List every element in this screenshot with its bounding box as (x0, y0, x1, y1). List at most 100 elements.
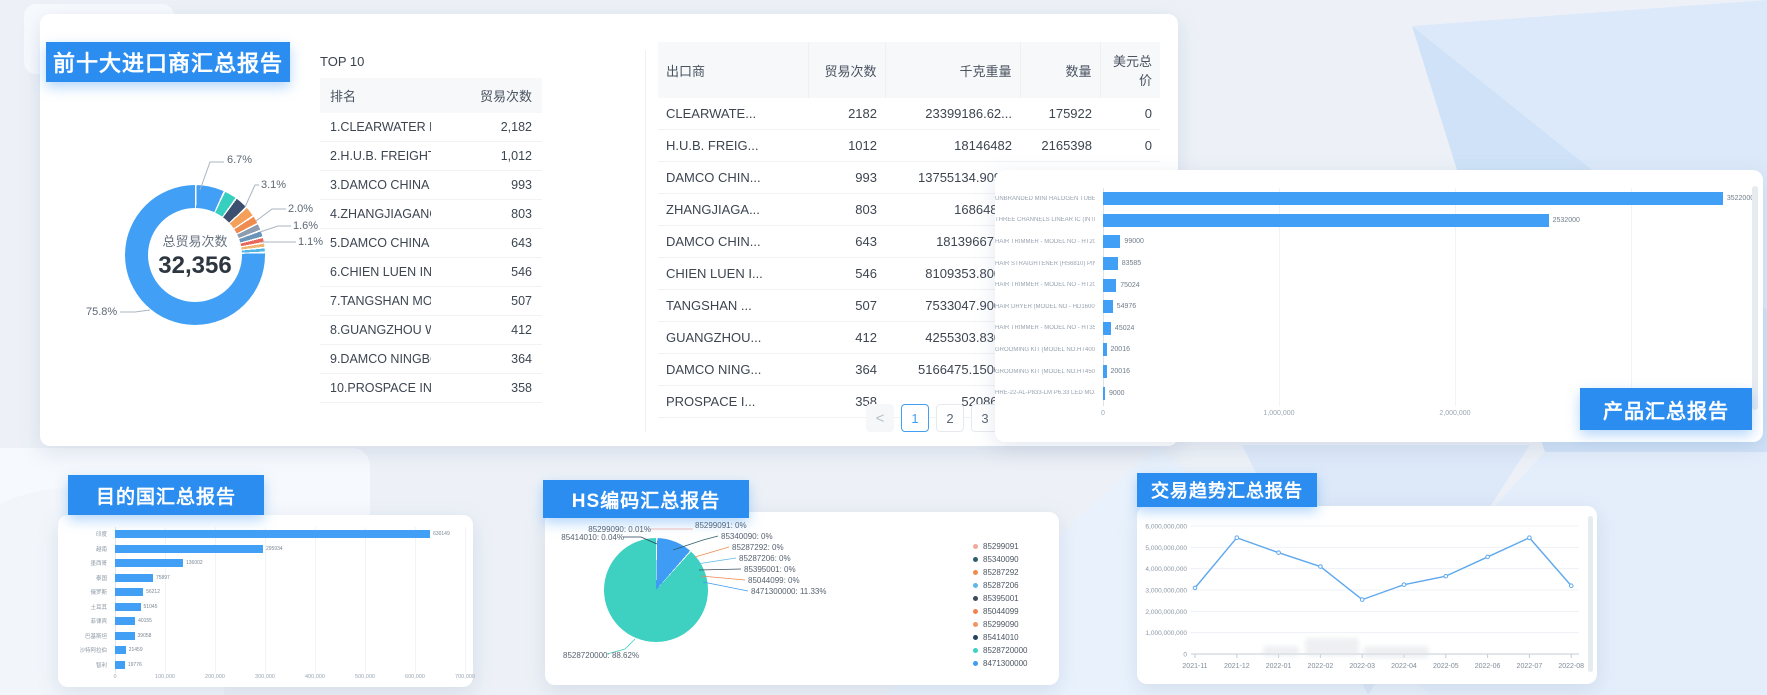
hs-pie-chart (604, 538, 708, 642)
top10-value-cell: 643 (431, 229, 542, 258)
exporter-cell: DAMCO NING... (658, 354, 808, 386)
y-axis-label: 3,000,000,000 (1145, 588, 1187, 595)
bar-row: 墨西哥136002 (58, 556, 473, 571)
legend-item-85299091[interactable]: 85299091 (973, 540, 1028, 553)
top10-value-cell: 364 (431, 345, 542, 374)
hs-legend: 85299091 85340090 85287292 85287206 85395001… (973, 540, 1028, 670)
bar-row: 泰国75897 (58, 571, 473, 586)
top10-rank-cell: 6.CHIEN LUEN IND (ZHONGS... (320, 258, 431, 287)
hs-report-card: HS编码汇总报告 85299090: 0.01%85414010: 0.04%8… (545, 512, 1059, 685)
bar-category-label: HAIR TRIMMER - MODEL NO - HT20... (995, 239, 1095, 245)
exporter-column-header: 数量 (1020, 42, 1100, 98)
legend-label: 85340090 (983, 555, 1019, 564)
scrollbar[interactable] (1752, 186, 1758, 410)
axis-tick-label: 600,000 (405, 674, 425, 680)
product-report-title: 产品汇总报告 (1603, 395, 1729, 424)
trend-report-title-banner: 交易趋势汇总报告 (1137, 473, 1317, 507)
legend-item-8528720000[interactable]: 8528720000 (973, 644, 1028, 657)
top10-value-cell: 358 (431, 374, 542, 403)
top10-value-cell: 1,012 (431, 142, 542, 171)
bar-category-label: THREE CHANNELS LINEAR IC (INTE... (995, 217, 1095, 223)
exporter-column-header: 贸易次数 (808, 42, 885, 98)
top10-rank-cell: 4.ZHANGJIAGANG YIHUA RU... (320, 200, 431, 229)
bar-value-label: 45024 (1115, 325, 1134, 332)
pie-callout-label: 85395001: 0% (744, 565, 796, 574)
legend-item-85414010[interactable]: 85414010 (973, 631, 1028, 644)
pie-callout-label: 85299091: 0% (695, 521, 747, 530)
axis-tick-label: 700,000 (455, 674, 475, 680)
bar (115, 530, 430, 538)
legend-item-85340090[interactable]: 85340090 (973, 553, 1028, 566)
exporter-cell: GUANGZHOU... (658, 322, 808, 354)
destination-report-title: 目的国汇总报告 (96, 482, 236, 509)
legend-item-85299090[interactable]: 85299090 (973, 618, 1028, 631)
bar-category-label: HRE-22-AL-P833-LM P6.33 LED MO... (995, 390, 1095, 396)
pie-callout-label: 8528720000: 88.62% (563, 651, 639, 660)
legend-dot (973, 635, 978, 640)
legend-label: 85299091 (983, 542, 1019, 551)
bar-row: HAIR TRIMMER - MODEL NO - HT20...75024 (995, 274, 1763, 296)
exporter-column-header: 美元总价 (1100, 42, 1160, 98)
top10-rank-cell: 10.PROSPACE INTERNATIONA... (320, 374, 431, 403)
axis-tick-label: 0 (113, 674, 116, 680)
bar-category-label: 菲律宾 (58, 617, 107, 625)
y-axis-label: 4,000,000,000 (1145, 566, 1187, 573)
bar (1103, 279, 1116, 292)
pagination-page-button-1[interactable]: 1 (901, 404, 929, 432)
importer-donut-chart: 总贸易次数 32,356 (125, 185, 265, 325)
bar-row: 越南295934 (58, 542, 473, 557)
importer-report-title: 前十大进口商汇总报告 (53, 46, 283, 78)
x-axis-label: 2021-11 (1182, 663, 1207, 670)
bar-value-label: 2532000 (1553, 217, 1580, 224)
legend-item-85287206[interactable]: 85287206 (973, 579, 1028, 592)
bar-row: THREE CHANNELS LINEAR IC (INTE... 2532000 (995, 210, 1763, 232)
bar (115, 603, 141, 611)
donut-callout-label: 75.8% (86, 306, 117, 318)
exporter-header-row: 出口商贸易次数千克重量数量美元总价 (658, 42, 1160, 98)
legend-item-85044099[interactable]: 85044099 (973, 605, 1028, 618)
legend-dot (973, 648, 978, 653)
pagination-page-button-2[interactable]: 2 (936, 404, 964, 432)
top10-rank-cell: 9.DAMCO NINGBO BRANCH (320, 345, 431, 374)
x-axis-label: 2022-03 (1349, 663, 1375, 670)
exporter-cell: 803 (808, 194, 885, 226)
x-axis-label: 2022-02 (1308, 663, 1334, 670)
bar (115, 646, 126, 654)
bar-row: HAIR TRIMMER - MODEL NO - HT35... 45024 (995, 318, 1763, 340)
exporter-cell: TANGSHAN ... (658, 290, 808, 322)
scrollbar[interactable] (1588, 516, 1593, 672)
exporter-cell: 2165398 (1020, 130, 1100, 162)
legend-label: 85287206 (983, 581, 1019, 590)
top10-rank-cell: 5.DAMCO CHINA LIMITED O/B (320, 229, 431, 258)
legend-item-85395001[interactable]: 85395001 (973, 592, 1028, 605)
top10-table: 排名贸易次数 1.CLEARWATER METAL VN ...2,1822.H… (320, 78, 542, 403)
bar-row: 印度630149 (58, 527, 473, 542)
bar-value-label: 39058 (138, 633, 152, 639)
axis-tick-label: 200,000 (205, 674, 225, 680)
legend-item-8471300000[interactable]: 8471300000 (973, 657, 1028, 670)
pie-callout-label: 85414010: 0.04% (548, 533, 624, 542)
exporter-row: CLEARWATE...218223399186.62...1759220 (658, 98, 1160, 130)
bar-category-label: 墨西哥 (58, 559, 107, 567)
x-axis-label: 2022-05 (1433, 663, 1459, 670)
top10-row: 6.CHIEN LUEN IND (ZHONGS...546 (320, 258, 542, 287)
y-axis-label: 1,000,000,000 (1145, 630, 1187, 637)
bar-value-label: 54976 (1117, 303, 1136, 310)
legend-dot (973, 583, 978, 588)
bar-category-label: 巴基斯坦 (58, 632, 107, 640)
top10-value-cell: 546 (431, 258, 542, 287)
legend-dot (973, 570, 978, 575)
exporter-cell: H.U.B. FREIG... (658, 130, 808, 162)
pagination-prev-button[interactable]: < (866, 404, 894, 432)
bar-category-label: 智利 (58, 661, 107, 669)
bar-category-label: HAIR TRIMMER - MODEL NO - HT35... (995, 325, 1095, 331)
bar-value-label: 75897 (156, 575, 170, 581)
legend-item-85287292[interactable]: 85287292 (973, 566, 1028, 579)
bar (115, 559, 183, 567)
top10-header-row: 排名贸易次数 (320, 78, 542, 113)
top10-value-cell: 412 (431, 316, 542, 345)
top10-row: 5.DAMCO CHINA LIMITED O/B643 (320, 229, 542, 258)
y-axis-label: 0 (1183, 652, 1187, 659)
bar (115, 632, 135, 640)
x-axis-label: 2022-04 (1391, 663, 1417, 670)
